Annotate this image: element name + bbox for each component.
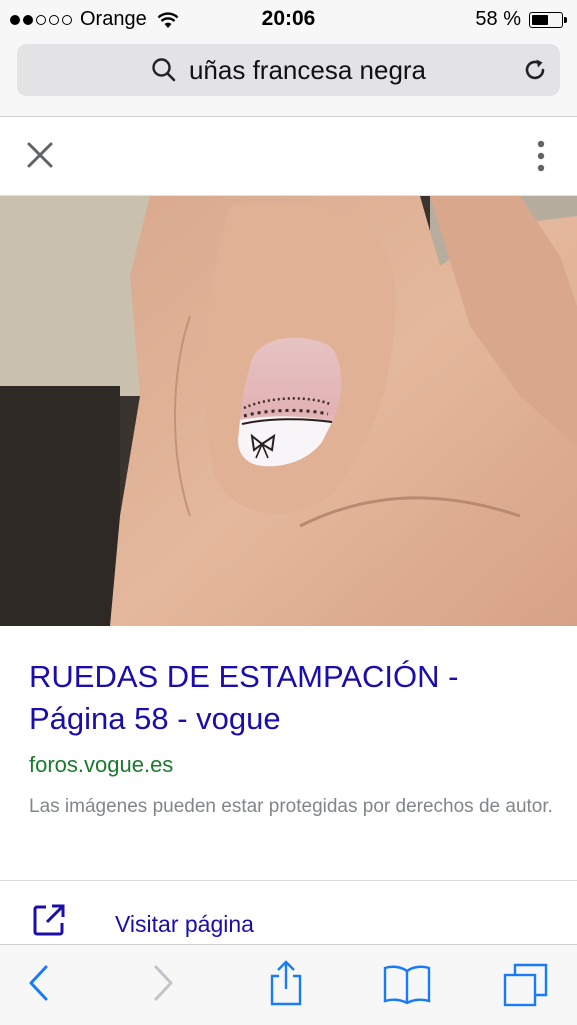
battery-status: 58 % bbox=[475, 8, 567, 31]
tabs-icon[interactable] bbox=[502, 961, 550, 1007]
status-bar: Orange 20:06 58 % bbox=[0, 0, 577, 38]
result-title-link[interactable]: RUEDAS DE ESTAMPACIÓN - Página 58 - vogu… bbox=[29, 656, 559, 740]
image-viewer-header bbox=[0, 117, 577, 196]
battery-percent: 58 % bbox=[475, 8, 521, 30]
close-icon[interactable] bbox=[24, 139, 56, 171]
search-icon bbox=[152, 58, 176, 82]
result-image[interactable] bbox=[0, 196, 577, 626]
divider bbox=[0, 880, 577, 881]
visit-page-button[interactable]: Visitar página bbox=[0, 895, 577, 943]
search-field[interactable]: uñas francesa negra bbox=[17, 44, 560, 96]
reload-icon[interactable] bbox=[522, 57, 548, 83]
more-vertical-icon[interactable] bbox=[533, 139, 549, 173]
result-domain: foros.vogue.es bbox=[29, 752, 174, 777]
bookmarks-icon[interactable] bbox=[382, 963, 432, 1005]
copyright-notice: Las imágenes pueden estar protegidas por… bbox=[29, 796, 553, 817]
visit-page-label: Visitar página bbox=[115, 911, 254, 937]
forward-icon[interactable] bbox=[152, 963, 176, 1003]
nail-photo bbox=[0, 196, 577, 626]
open-external-icon bbox=[33, 904, 65, 936]
address-bar: uñas francesa negra bbox=[0, 38, 577, 117]
browser-toolbar bbox=[0, 944, 577, 1025]
battery-icon bbox=[529, 11, 567, 28]
back-icon[interactable] bbox=[26, 963, 50, 1003]
search-query: uñas francesa negra bbox=[188, 54, 427, 85]
share-icon[interactable] bbox=[268, 959, 304, 1007]
